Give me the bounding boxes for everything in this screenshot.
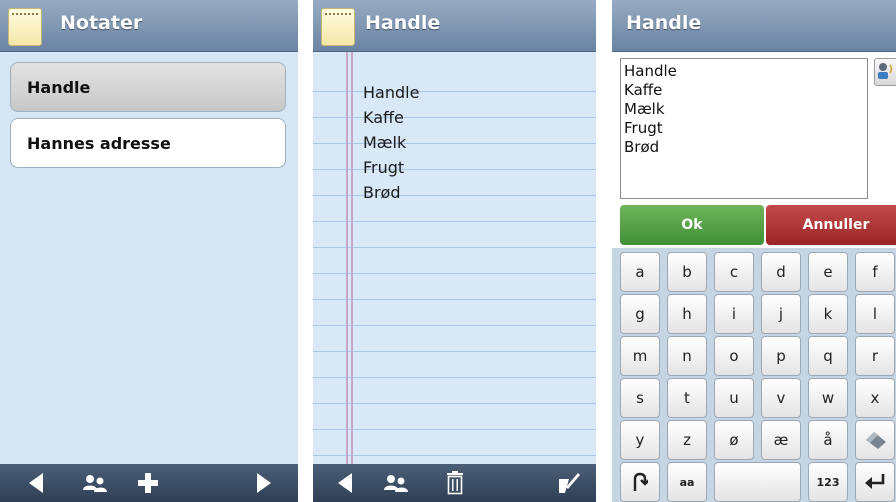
key-r[interactable]: r — [855, 336, 895, 376]
key-i[interactable]: i — [714, 294, 754, 334]
note-line: Mælk — [363, 133, 407, 152]
ok-button[interactable]: Ok — [620, 205, 764, 245]
key-j[interactable]: j — [761, 294, 801, 334]
note-item-handle[interactable]: Handle — [10, 62, 286, 112]
text-line: Frugt — [624, 119, 663, 137]
key-n[interactable]: n — [667, 336, 707, 376]
key-s[interactable]: s — [620, 378, 660, 418]
eraser-key[interactable] — [855, 420, 895, 460]
notes-list-screen: Notater Handle Hannes adresse — [0, 0, 298, 502]
bottom-toolbar — [0, 464, 298, 502]
forward-arrow-icon[interactable] — [244, 464, 284, 502]
key-d[interactable]: d — [761, 252, 801, 292]
key-f[interactable]: f — [855, 252, 895, 292]
edit-note-icon[interactable] — [549, 464, 589, 502]
shift-key[interactable] — [620, 462, 660, 502]
enter-key[interactable] — [855, 462, 895, 502]
note-line: Handle — [363, 83, 420, 102]
text-line: Handle — [624, 62, 677, 80]
text-line: Mælk — [624, 100, 665, 118]
case-key[interactable]: aa — [667, 462, 707, 502]
text-line: Kaffe — [624, 81, 663, 99]
key-l[interactable]: l — [855, 294, 895, 334]
shift-arrow-icon — [633, 472, 648, 491]
key-g[interactable]: g — [620, 294, 660, 334]
key-a[interactable]: a — [620, 252, 660, 292]
key-m[interactable]: m — [620, 336, 660, 376]
paper-margin-line — [346, 52, 348, 464]
key-ae[interactable]: æ — [761, 420, 801, 460]
key-v[interactable]: v — [761, 378, 801, 418]
note-line: Kaffe — [363, 108, 404, 127]
screen-title: Handle — [365, 12, 441, 34]
voice-input-button[interactable] — [874, 58, 896, 86]
onscreen-keyboard: a b c d e f g h i j k l m n o p q r s t … — [612, 248, 896, 502]
title-bar: Handle — [612, 0, 896, 52]
enter-arrow-icon — [865, 474, 885, 489]
key-b[interactable]: b — [667, 252, 707, 292]
key-y[interactable]: y — [620, 420, 660, 460]
note-view-screen: Handle Handle Kaffe Mælk Frugt Brød — [313, 0, 596, 502]
key-h[interactable]: h — [667, 294, 707, 334]
title-bar: Notater — [0, 0, 298, 52]
eraser-icon — [866, 432, 886, 449]
key-z[interactable]: z — [667, 420, 707, 460]
numbers-key[interactable]: 123 — [808, 462, 848, 502]
back-arrow-icon[interactable] — [16, 464, 56, 502]
notepad-icon — [8, 8, 42, 46]
notepad-icon — [321, 8, 355, 46]
key-w[interactable]: w — [808, 378, 848, 418]
key-q[interactable]: q — [808, 336, 848, 376]
lined-paper[interactable] — [313, 52, 596, 464]
edit-note-screen: Handle Handle Kaffe Mælk Frugt Brød Ok A… — [612, 0, 896, 502]
note-line: Frugt — [363, 158, 405, 177]
key-k[interactable]: k — [808, 294, 848, 334]
key-p[interactable]: p — [761, 336, 801, 376]
note-text-area[interactable]: Handle Kaffe Mælk Frugt Brød — [620, 58, 868, 199]
key-o[interactable]: o — [714, 336, 754, 376]
key-aa[interactable]: å — [808, 420, 848, 460]
key-e[interactable]: e — [808, 252, 848, 292]
cancel-button[interactable]: Annuller — [766, 205, 896, 245]
space-key[interactable] — [714, 462, 801, 502]
title-bar: Handle — [313, 0, 596, 52]
share-contacts-icon[interactable] — [76, 464, 116, 502]
note-line: Brød — [363, 183, 401, 202]
back-arrow-icon[interactable] — [325, 464, 365, 502]
key-c[interactable]: c — [714, 252, 754, 292]
text-line: Brød — [624, 138, 660, 156]
note-item-hannes-adresse[interactable]: Hannes adresse — [10, 118, 286, 168]
paper-margin-line — [351, 52, 353, 464]
key-u[interactable]: u — [714, 378, 754, 418]
note-content: Handle Kaffe Mælk Frugt Brød — [363, 80, 419, 205]
key-t[interactable]: t — [667, 378, 707, 418]
trash-icon[interactable] — [435, 464, 475, 502]
key-oe[interactable]: ø — [714, 420, 754, 460]
bottom-toolbar — [313, 464, 596, 502]
speaker-person-icon — [878, 63, 893, 79]
key-x[interactable]: x — [855, 378, 895, 418]
screen-title: Handle — [626, 12, 702, 34]
add-icon[interactable] — [128, 464, 168, 502]
share-contacts-icon[interactable] — [377, 464, 417, 502]
screen-title: Notater — [60, 12, 143, 34]
